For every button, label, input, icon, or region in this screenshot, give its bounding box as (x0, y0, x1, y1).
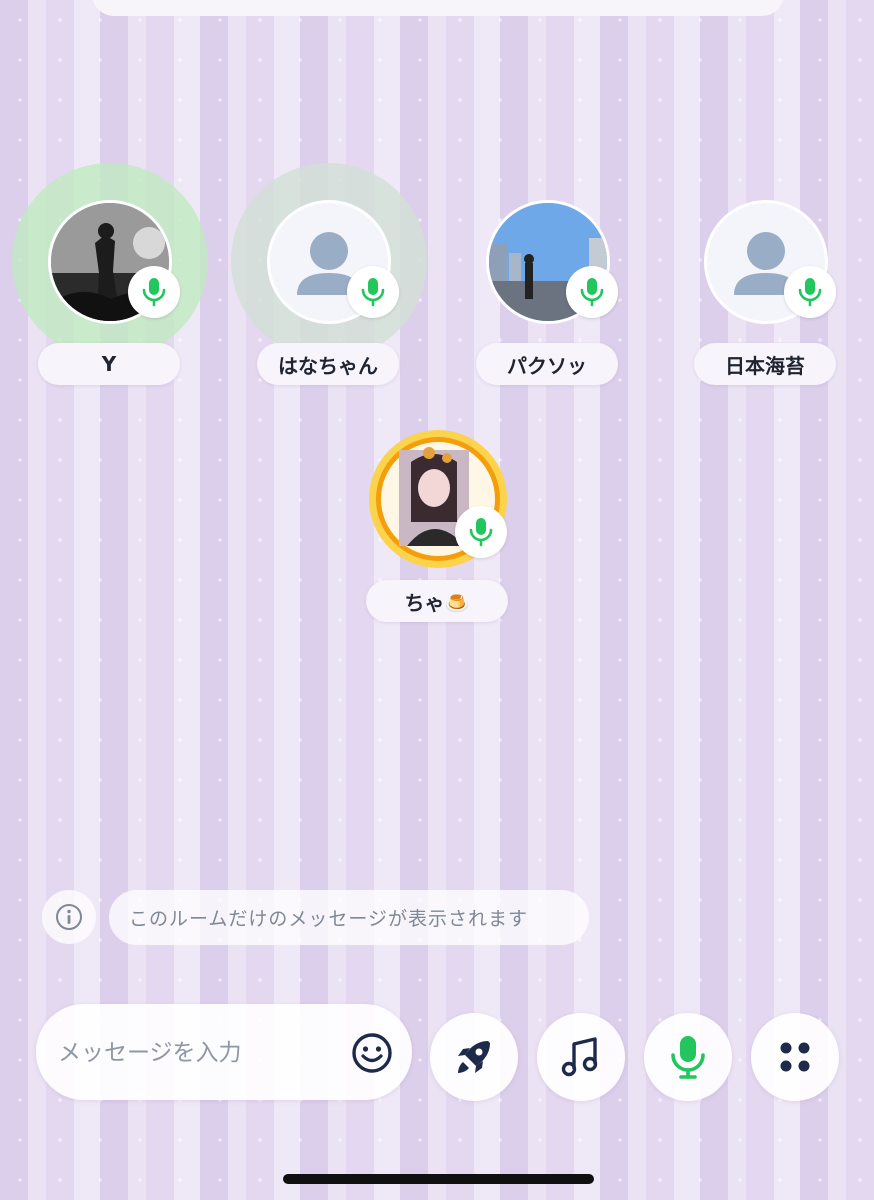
more-menu-button[interactable] (751, 1013, 839, 1101)
speaker-name: はなちゃん (257, 343, 399, 385)
microphone-icon (798, 278, 822, 307)
mic-badge (455, 506, 507, 558)
speaker-seat-2[interactable]: はなちゃん (229, 163, 429, 425)
microphone-icon (142, 278, 166, 307)
microphone-icon (671, 1036, 705, 1079)
mic-badge (347, 266, 399, 318)
music-note-icon (561, 1037, 598, 1077)
microphone-icon (580, 278, 604, 307)
rocket-button[interactable] (430, 1013, 518, 1101)
host-seat[interactable]: ちゃ🍮 (338, 428, 538, 668)
speaker-seat-4[interactable]: 日本海苔 (666, 185, 866, 425)
microphone-icon (361, 278, 385, 307)
mic-badge (784, 266, 836, 318)
microphone-icon (469, 518, 493, 547)
room-message-notice: このルームだけのメッセージが表示されます (109, 890, 589, 945)
info-circle-icon[interactable] (42, 890, 96, 944)
mic-badge (128, 266, 180, 318)
message-input[interactable] (56, 1028, 350, 1078)
speaker-name: 日本海苔 (694, 343, 836, 385)
mic-badge (566, 266, 618, 318)
top-panel (92, 0, 784, 16)
music-button[interactable] (537, 1013, 625, 1101)
speaker-name: パクソッ (476, 343, 618, 385)
microphone-button[interactable] (644, 1013, 732, 1101)
smiley-icon[interactable] (350, 1031, 394, 1075)
speaker-seat-1[interactable]: Y (10, 163, 210, 425)
home-indicator (283, 1174, 594, 1184)
speaker-seat-3[interactable]: パクソッ (448, 185, 648, 425)
message-composer (36, 1004, 412, 1100)
speaker-name: Y (38, 343, 180, 385)
rocket-icon (458, 1041, 490, 1073)
grid-dots-icon (780, 1042, 810, 1072)
host-name: ちゃ🍮 (366, 580, 508, 622)
